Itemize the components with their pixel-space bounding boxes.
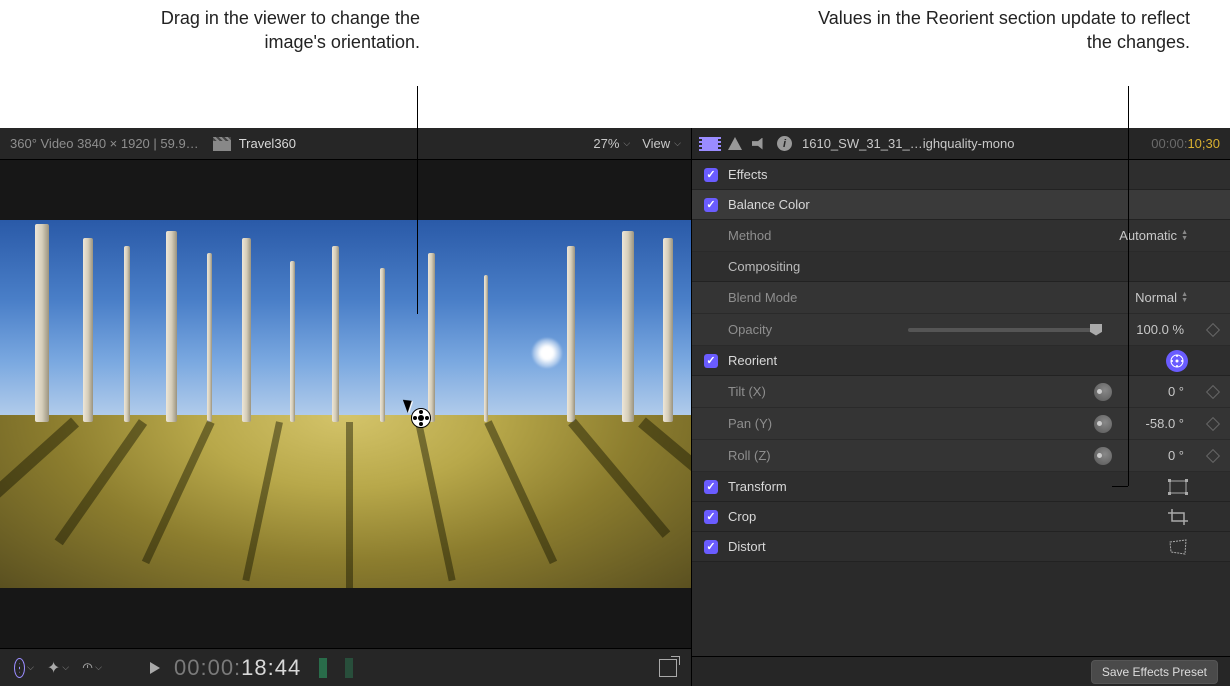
viewer-canvas[interactable] (0, 160, 691, 648)
viewer-pane: 360° Video 3840 × 1920 | 59.9… Travel360… (0, 128, 692, 686)
keyframe-button[interactable] (1206, 322, 1220, 336)
inspector-timecode: 00:00:10;30 (1151, 136, 1220, 152)
reorient-onscreen-icon[interactable] (1166, 350, 1188, 372)
fullscreen-button[interactable] (659, 659, 677, 677)
row-method: Method Automatic ▲▼ (692, 220, 1230, 252)
section-compositing[interactable]: Compositing (692, 252, 1230, 282)
effects-title: Effects (728, 167, 1218, 182)
section-reorient[interactable]: Reorient (692, 346, 1230, 376)
row-opacity: Opacity 100.0 % (692, 314, 1230, 346)
viewer-footer: ⌵ ✦⌵ ⌵ 00:00:18:44 (0, 648, 691, 686)
crop-onscreen-icon[interactable] (1168, 509, 1188, 525)
chevron-down-icon: ⌵ (674, 138, 681, 149)
chevron-down-icon: ⌵ (623, 138, 630, 149)
reorient-cursor-icon (405, 398, 413, 412)
stepper-icon: ▲▼ (1181, 292, 1188, 304)
timecode-dim: 00:00: (174, 655, 241, 680)
section-transform[interactable]: Transform (692, 472, 1230, 502)
distort-onscreen-icon[interactable] (1168, 539, 1188, 555)
row-roll: Roll (Z) 0 ° (692, 440, 1230, 472)
save-effects-preset-button[interactable]: Save Effects Preset (1091, 660, 1218, 684)
callout-right-text: Values in the Reorient section update to… (818, 8, 1190, 52)
viewer-format-info: 360° Video 3840 × 1920 | 59.9… (10, 136, 199, 151)
callout-left: Drag in the viewer to change the image's… (130, 6, 420, 55)
callout-right: Values in the Reorient section update to… (810, 6, 1190, 55)
inspector-body: Effects Balance Color Method Automatic ▲… (692, 160, 1230, 656)
callout-left-text: Drag in the viewer to change the image's… (161, 8, 420, 52)
zoom-menu[interactable]: 27% ⌵ (593, 136, 630, 151)
reorient-checkbox[interactable] (704, 354, 718, 368)
balance-color-checkbox[interactable] (704, 198, 718, 212)
tilt-label: Tilt (X) (728, 384, 898, 399)
method-popup[interactable]: Automatic ▲▼ (1119, 228, 1188, 243)
play-button[interactable] (150, 662, 160, 674)
compositing-title: Compositing (728, 259, 1218, 274)
viewer-timecode[interactable]: 00:00:18:44 (174, 655, 301, 681)
effects-tool-menu[interactable]: ✦⌵ (48, 658, 68, 678)
keyframe-button[interactable] (1206, 416, 1220, 430)
crop-checkbox[interactable] (704, 510, 718, 524)
audio-meter-icon (319, 658, 327, 678)
row-pan: Pan (Y) -58.0 ° (692, 408, 1230, 440)
view-label: View (642, 136, 670, 151)
blend-mode-popup[interactable]: Normal ▲▼ (1135, 290, 1188, 305)
section-crop[interactable]: Crop (692, 502, 1230, 532)
audio-meter-icon (345, 658, 353, 678)
zoom-value: 27% (593, 136, 619, 151)
keyframe-button[interactable] (1206, 448, 1220, 462)
retime-tool-menu[interactable]: ⌵ (82, 658, 102, 678)
stepper-icon: ▲▼ (1181, 230, 1188, 242)
info-inspector-tab[interactable]: i (777, 136, 792, 151)
method-label: Method (728, 228, 898, 243)
transform-onscreen-icon[interactable] (1168, 479, 1188, 495)
row-blend-mode: Blend Mode Normal ▲▼ (692, 282, 1230, 314)
blend-mode-label: Blend Mode (728, 290, 898, 305)
section-distort[interactable]: Distort (692, 532, 1230, 562)
viewer-clip-name: Travel360 (239, 136, 296, 151)
inspector-clip-name: 1610_SW_31_31_…ighquality-mono (802, 136, 1141, 151)
color-inspector-tab[interactable] (728, 137, 742, 150)
balance-color-title: Balance Color (728, 197, 1218, 212)
effects-checkbox[interactable] (704, 168, 718, 182)
inspector-header: i 1610_SW_31_31_…ighquality-mono 00:00:1… (692, 128, 1230, 160)
opacity-slider[interactable] (908, 328, 1102, 332)
view-menu[interactable]: View ⌵ (642, 136, 681, 151)
audio-inspector-tab[interactable] (752, 138, 767, 150)
reorient-tool-menu[interactable]: ⌵ (14, 658, 34, 678)
opacity-label: Opacity (728, 322, 898, 337)
roll-label: Roll (Z) (728, 448, 898, 463)
distort-checkbox[interactable] (704, 540, 718, 554)
pan-dial[interactable] (1094, 415, 1112, 433)
tilt-dial[interactable] (1094, 383, 1112, 401)
timecode-bright: 18:44 (241, 655, 301, 680)
transform-title: Transform (728, 479, 1168, 494)
roll-dial[interactable] (1094, 447, 1112, 465)
inspector-footer: Save Effects Preset (692, 656, 1230, 686)
keyframe-button[interactable] (1206, 384, 1220, 398)
transform-checkbox[interactable] (704, 480, 718, 494)
video-inspector-tab[interactable] (702, 137, 718, 151)
reorient-title: Reorient (728, 353, 1166, 368)
section-effects[interactable]: Effects (692, 160, 1230, 190)
pan-label: Pan (Y) (728, 416, 898, 431)
row-tilt: Tilt (X) 0 ° (692, 376, 1230, 408)
distort-title: Distort (728, 539, 1168, 554)
inspector-pane: i 1610_SW_31_31_…ighquality-mono 00:00:1… (692, 128, 1230, 686)
section-balance-color[interactable]: Balance Color (692, 190, 1230, 220)
clapperboard-icon (213, 137, 231, 151)
viewer-header: 360° Video 3840 × 1920 | 59.9… Travel360… (0, 128, 691, 160)
crop-title: Crop (728, 509, 1168, 524)
